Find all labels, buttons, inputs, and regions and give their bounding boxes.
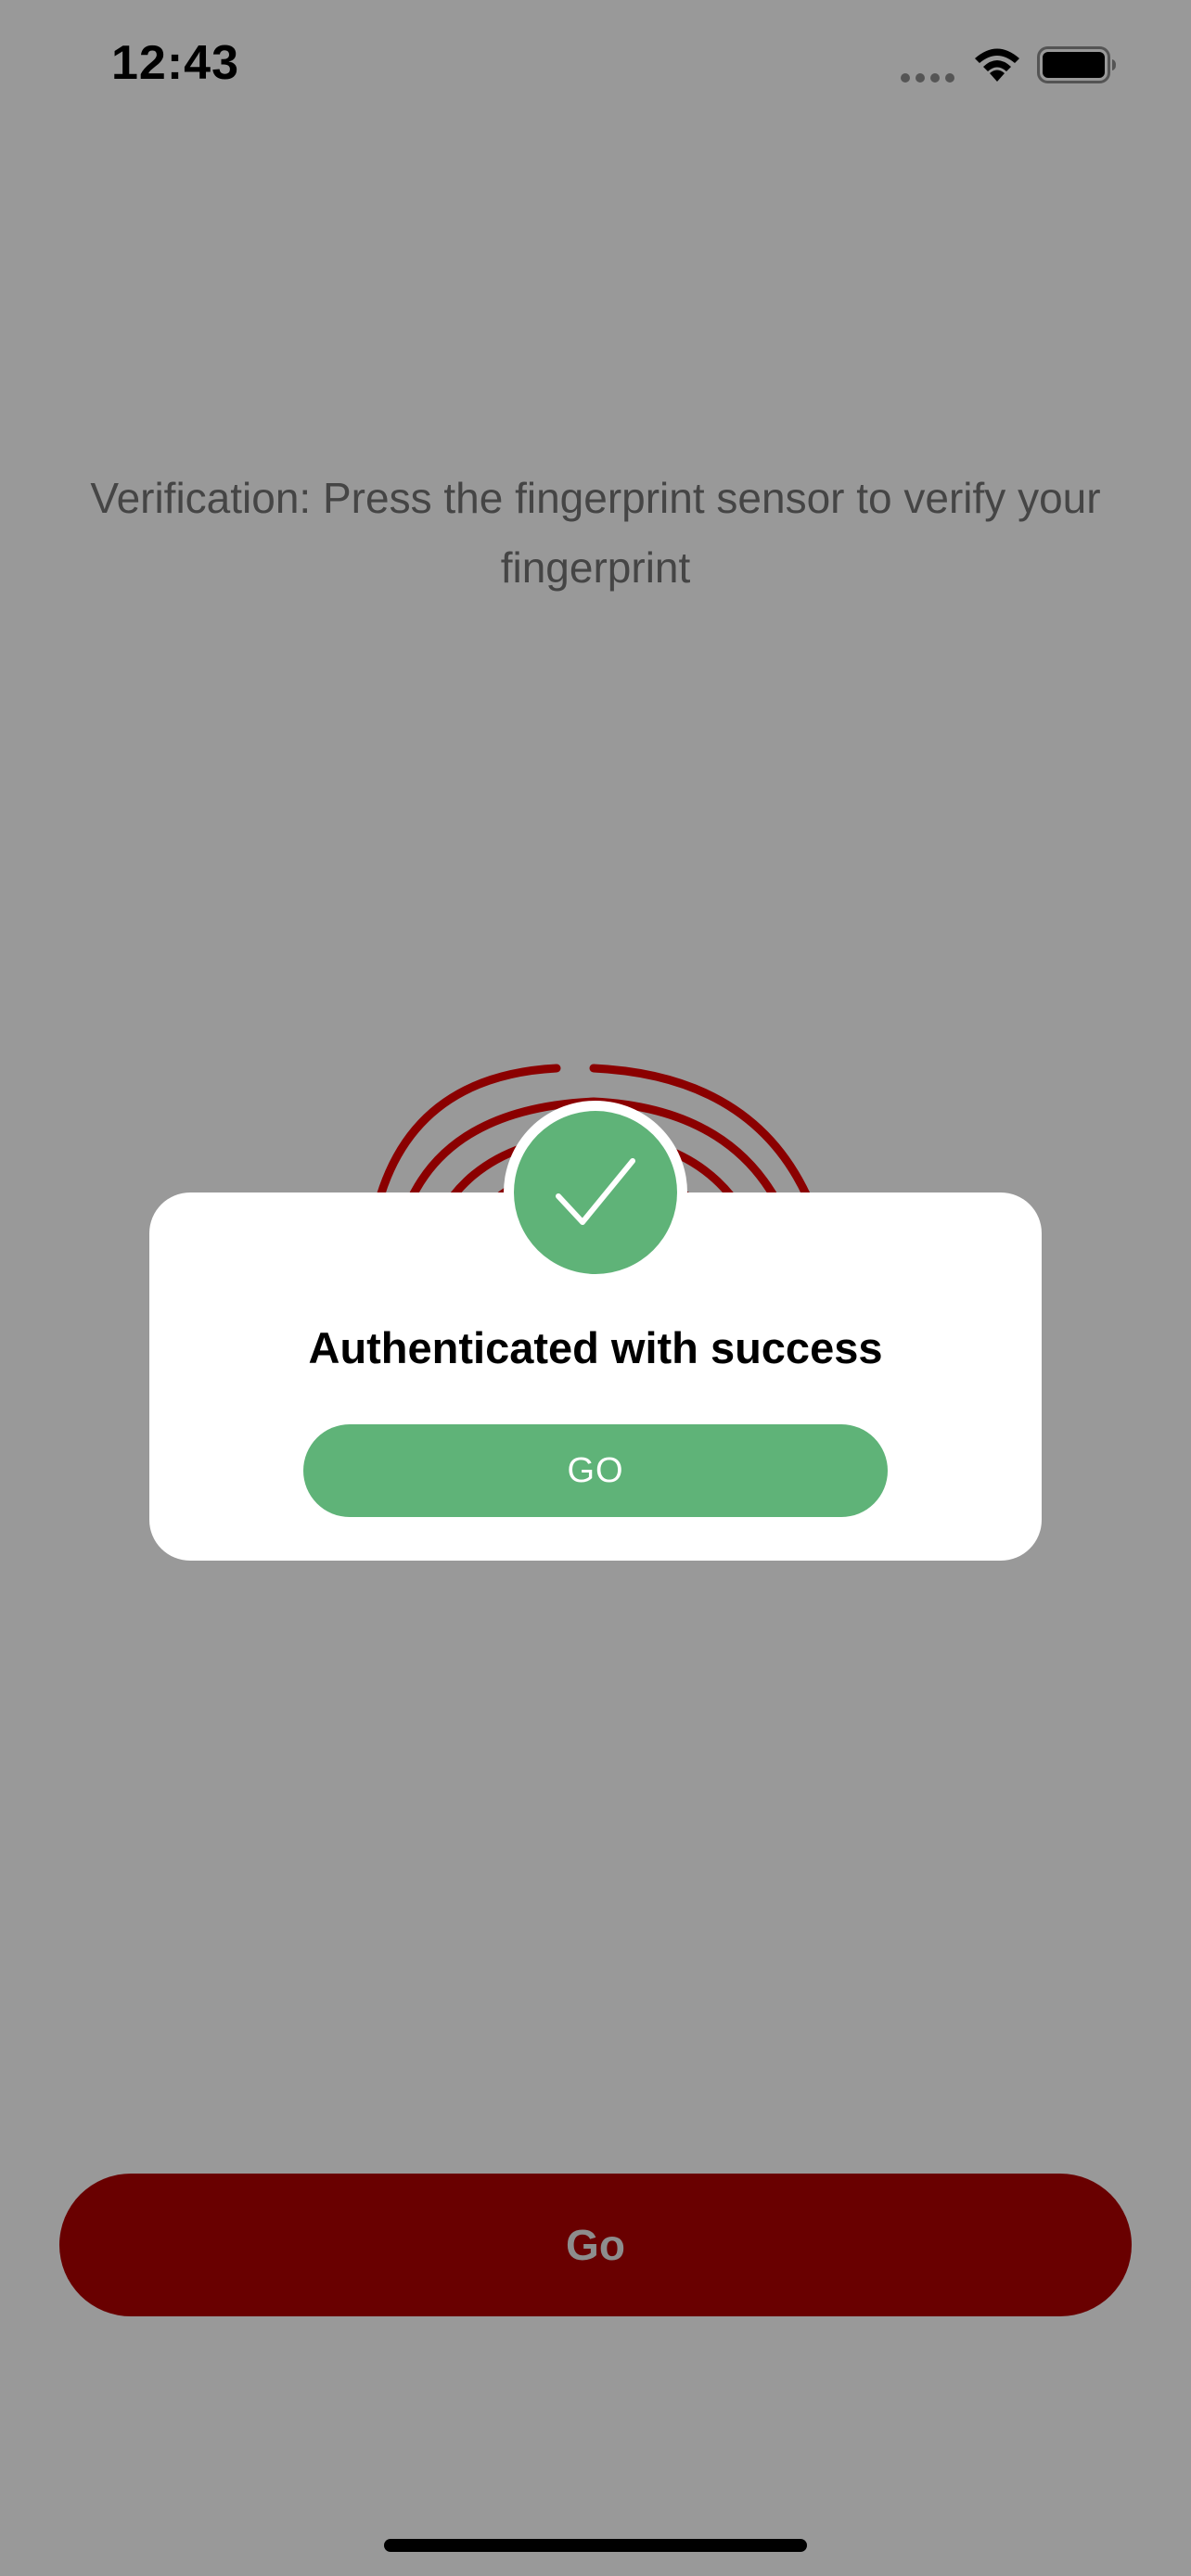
home-indicator[interactable] [384,2539,807,2552]
status-bar: 12:43 [0,0,1191,134]
cellular-signal-icon [901,73,954,83]
wifi-icon [975,48,1019,82]
go-button[interactable]: Go [59,2174,1132,2316]
success-badge [504,1101,687,1284]
success-message: Authenticated with success [308,1323,883,1372]
verification-instruction: Verification: Press the fingerprint sens… [90,474,1101,592]
battery-icon [1037,46,1116,83]
check-icon [556,1158,635,1225]
dialog-go-button[interactable]: GO [303,1424,888,1517]
status-time: 12:43 [111,36,239,90]
success-badge-circle [514,1111,677,1274]
